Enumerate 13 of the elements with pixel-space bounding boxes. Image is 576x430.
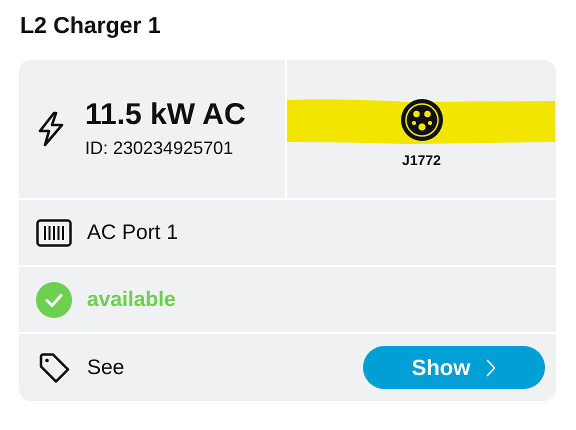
show-button[interactable]: Show bbox=[363, 346, 545, 389]
chevron-right-icon bbox=[486, 358, 496, 376]
port-name: AC Port 1 bbox=[87, 220, 178, 246]
page-title: L2 Charger 1 bbox=[20, 11, 162, 40]
connector-icon bbox=[398, 96, 444, 142]
port-icon bbox=[36, 218, 72, 246]
tag-icon bbox=[38, 352, 70, 384]
lightning-icon bbox=[37, 111, 65, 147]
connector-type: J1772 bbox=[402, 150, 441, 170]
power-rating: 11.5 kW AC bbox=[85, 97, 246, 133]
row-label: See bbox=[87, 354, 124, 381]
status-text: available bbox=[87, 286, 176, 313]
charger-id: ID: 230234925701 bbox=[85, 137, 234, 160]
